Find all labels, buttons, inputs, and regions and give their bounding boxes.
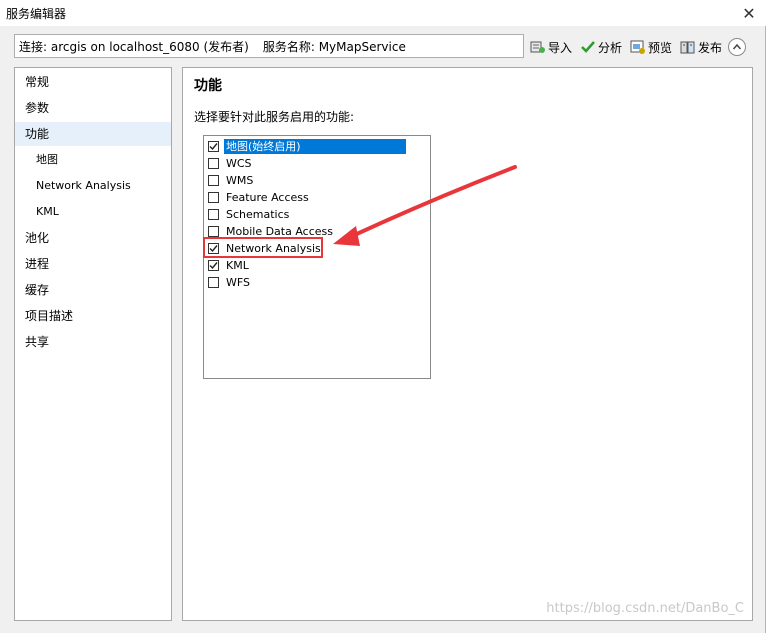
capability-map[interactable]: 地图(始终启用) bbox=[208, 138, 406, 155]
publish-button[interactable]: 发布 bbox=[680, 39, 722, 56]
close-icon: ✕ bbox=[742, 3, 756, 23]
sidebar-item-capabilities[interactable]: 功能 bbox=[15, 122, 171, 146]
preview-icon bbox=[630, 40, 646, 54]
capability-label: WCS bbox=[226, 157, 252, 170]
capability-feature-access[interactable]: Feature Access bbox=[208, 189, 311, 206]
checkmark-icon bbox=[581, 41, 595, 53]
watermark: https://blog.csdn.net/DanBo_C bbox=[546, 601, 744, 616]
close-button[interactable]: ✕ bbox=[738, 3, 760, 23]
sidebar-item-parameters[interactable]: 参数 bbox=[15, 96, 171, 120]
checkbox-schematics[interactable] bbox=[208, 209, 219, 220]
capability-label: WFS bbox=[226, 276, 250, 289]
preview-label: 预览 bbox=[648, 40, 673, 55]
connection-info-field: 连接: arcgis on localhost_6080 (发布者) 服务名称:… bbox=[14, 34, 524, 58]
title-bar: 服务编辑器 ✕ bbox=[0, 0, 766, 26]
service-editor-window: 服务编辑器 ✕ 连接: arcgis on localhost_6080 (发布… bbox=[0, 0, 766, 633]
capability-label: Schematics bbox=[226, 208, 290, 221]
checkbox-wcs[interactable] bbox=[208, 158, 219, 169]
sidebar: 常规 参数 功能 地图 Network Analysis KML 池化 进程 缓… bbox=[14, 67, 172, 621]
service-name-text: 服务名称: MyMapService bbox=[262, 39, 406, 54]
checkbox-map[interactable] bbox=[208, 141, 219, 152]
checkbox-feature-access[interactable] bbox=[208, 192, 219, 203]
sidebar-item-item-description[interactable]: 项目描述 bbox=[15, 304, 171, 328]
publish-icon bbox=[680, 41, 695, 54]
capability-label: Feature Access bbox=[226, 191, 309, 204]
analyze-label: 分析 bbox=[598, 40, 623, 55]
sidebar-item-sharing[interactable]: 共享 bbox=[15, 330, 171, 354]
toolbar: 导入 分析 预览 发布 bbox=[530, 36, 747, 58]
analyze-button[interactable]: 分析 bbox=[580, 39, 622, 56]
connection-text: 连接: arcgis on localhost_6080 (发布者) bbox=[19, 39, 249, 54]
annotation-highlight-box bbox=[203, 237, 323, 258]
sidebar-item-pooling[interactable]: 池化 bbox=[15, 226, 171, 250]
publish-label: 发布 bbox=[698, 40, 723, 55]
sidebar-item-general[interactable]: 常规 bbox=[15, 70, 171, 94]
instruction-text: 选择要针对此服务启用的功能: bbox=[194, 110, 355, 124]
import-icon bbox=[530, 41, 545, 53]
check-icon bbox=[209, 262, 218, 270]
capability-wfs[interactable]: WFS bbox=[208, 274, 252, 291]
checkbox-kml[interactable] bbox=[208, 260, 219, 271]
checkbox-wfs[interactable] bbox=[208, 277, 219, 288]
sidebar-item-processes[interactable]: 进程 bbox=[15, 252, 171, 276]
collapse-button[interactable] bbox=[728, 38, 747, 56]
page-title: 功能 bbox=[194, 78, 222, 94]
sidebar-item-kml[interactable]: KML bbox=[15, 200, 171, 224]
capability-schematics[interactable]: Schematics bbox=[208, 206, 291, 223]
capability-label: 地图(始终启用) bbox=[224, 139, 406, 154]
capabilities-panel: 功能 选择要针对此服务启用的功能: 地图(始终启用) WCS WMS Featu… bbox=[182, 67, 753, 621]
import-label: 导入 bbox=[548, 40, 573, 55]
checkbox-wms[interactable] bbox=[208, 175, 219, 186]
sidebar-item-map[interactable]: 地图 bbox=[15, 148, 171, 172]
sidebar-item-network-analysis[interactable]: Network Analysis bbox=[15, 174, 171, 198]
preview-button[interactable]: 预览 bbox=[630, 39, 672, 56]
capability-wcs[interactable]: WCS bbox=[208, 155, 254, 172]
capability-label: KML bbox=[226, 259, 249, 272]
sidebar-item-caching[interactable]: 缓存 bbox=[15, 278, 171, 302]
check-icon bbox=[209, 143, 218, 151]
capability-label: WMS bbox=[226, 174, 254, 187]
chevron-up-icon bbox=[732, 43, 742, 50]
checkbox-mobile-data-access[interactable] bbox=[208, 226, 219, 237]
capability-kml[interactable]: KML bbox=[208, 257, 251, 274]
capability-wms[interactable]: WMS bbox=[208, 172, 255, 189]
import-button[interactable]: 导入 bbox=[530, 39, 572, 56]
window-title: 服务编辑器 bbox=[6, 7, 67, 21]
